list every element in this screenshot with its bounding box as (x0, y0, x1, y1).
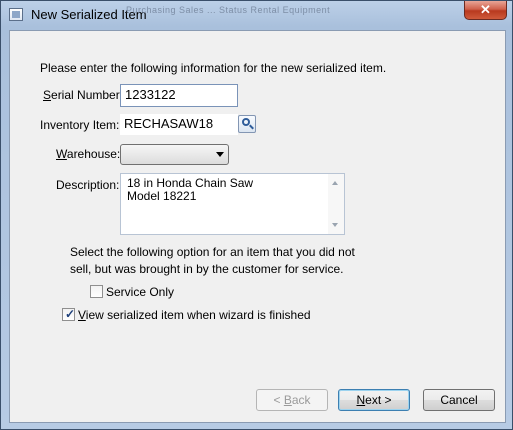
warehouse-select[interactable] (120, 144, 229, 165)
service-note: Select the following option for an item … (70, 245, 355, 276)
view-item-label[interactable]: View serialized item when wizard is fini… (78, 308, 311, 322)
background-menu-text: Purchasing Sales ... Status Rental Equip… (126, 5, 331, 15)
back-button[interactable]: < Back (256, 389, 328, 411)
app-window-icon (9, 8, 23, 21)
checkmark-icon: ✓ (65, 307, 76, 321)
serial-number-input[interactable]: 1233122 (120, 84, 238, 107)
intro-text: Please enter the following information f… (40, 61, 387, 75)
serial-number-label: Serial Number: (43, 88, 124, 102)
warehouse-label: Warehouse: (56, 147, 121, 161)
dialog-content: Please enter the following information f… (9, 30, 506, 423)
description-textarea[interactable]: 18 in Honda Chain Saw Model 18221 (120, 173, 345, 235)
inventory-item-input[interactable]: RECHASAW18 (120, 114, 238, 135)
search-icon[interactable] (238, 115, 256, 133)
service-only-label[interactable]: Service Only (106, 285, 174, 299)
cancel-button[interactable]: Cancel (423, 389, 495, 411)
next-button[interactable]: Next > (338, 389, 410, 411)
description-text: 18 in Honda Chain Saw Model 18221 (127, 176, 254, 203)
inventory-item-label: Inventory Item: (40, 118, 120, 132)
close-button[interactable]: ✕ (464, 1, 507, 20)
description-scrollbar[interactable] (328, 174, 344, 234)
dialog-window: New Serialized Item Purchasing Sales ...… (0, 0, 513, 430)
service-only-checkbox[interactable] (90, 285, 103, 298)
title-bar[interactable]: New Serialized Item Purchasing Sales ...… (1, 1, 512, 29)
chevron-down-icon (216, 152, 224, 157)
scroll-up-arrow-icon[interactable] (332, 181, 338, 185)
description-label: Description: (56, 178, 120, 192)
scroll-down-arrow-icon[interactable] (332, 223, 338, 227)
view-item-checkbox[interactable]: ✓ (62, 307, 76, 321)
